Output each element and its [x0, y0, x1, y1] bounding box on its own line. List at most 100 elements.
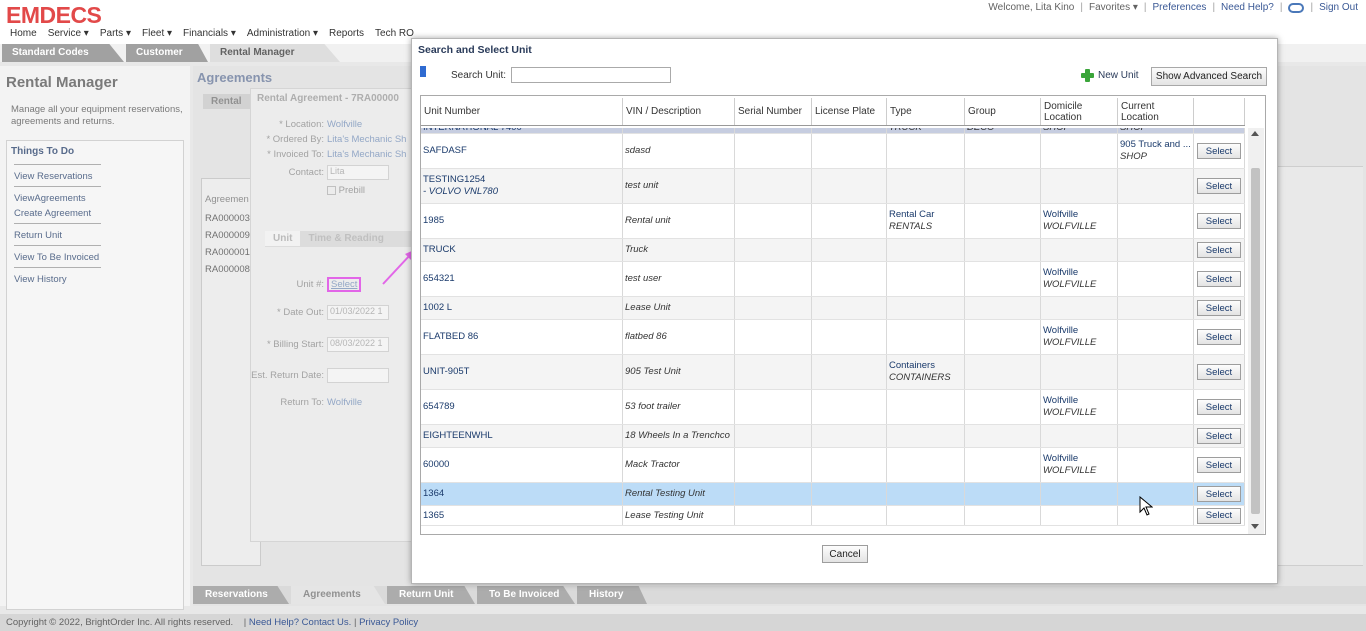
contact-field[interactable]: Lita: [327, 165, 389, 180]
list-item[interactable]: RA000009: [205, 227, 250, 244]
table-cell: Select: [1194, 483, 1245, 505]
table-cell: [1041, 425, 1118, 447]
nav-service[interactable]: Service ▾: [48, 28, 89, 39]
nav-home[interactable]: Home: [10, 28, 37, 39]
table-row[interactable]: SAFDASF sdasd 905 Truck and ... SHOP Select: [421, 134, 1245, 169]
select-unit-button[interactable]: Select: [1197, 457, 1241, 473]
tab-rental[interactable]: Rental: [203, 94, 250, 109]
privacy-policy-link[interactable]: Privacy Policy: [359, 617, 418, 628]
link-view-history[interactable]: View History: [14, 272, 183, 287]
table-row[interactable]: 654789 53 foot trailer Wolfville WOLFVILLE S…: [421, 390, 1245, 425]
table-cell: [965, 134, 1041, 168]
link-view-agreements[interactable]: ViewAgreements: [14, 191, 183, 206]
tab-history[interactable]: History: [577, 586, 647, 604]
cancel-button[interactable]: Cancel: [822, 545, 868, 563]
table-row[interactable]: 60000 Mack Tractor Wolfville WOLFVILLE Selec…: [421, 448, 1245, 483]
table-row[interactable]: FLATBED 86 flatbed 86 Wolfville WOLFVILLE Se…: [421, 320, 1245, 355]
scroll-thumb[interactable]: [1251, 168, 1260, 514]
table-row[interactable]: 654321 test user Wolfville WOLFVILLE Select: [421, 262, 1245, 297]
nav-parts[interactable]: Parts ▾: [100, 28, 131, 39]
select-unit-button[interactable]: Select: [1197, 486, 1241, 502]
table-row[interactable]: 1002 L Lease Unit Select: [421, 297, 1245, 320]
billing-start-field[interactable]: 08/03/2022 1: [327, 337, 389, 352]
need-help-link[interactable]: Need Help?: [1221, 2, 1274, 13]
column-header-serial-number[interactable]: Serial Number: [735, 98, 812, 125]
return-to-value[interactable]: Wolfville: [327, 397, 362, 408]
contact-us-link[interactable]: Need Help? Contact Us.: [249, 617, 351, 628]
link-create-agreement[interactable]: Create Agreement: [14, 206, 183, 221]
nav-administration[interactable]: Administration ▾: [247, 28, 318, 39]
link-view-reservations[interactable]: View Reservations: [14, 169, 183, 184]
table-row[interactable]: TRUCK Truck Select: [421, 239, 1245, 262]
new-unit-button[interactable]: New Unit: [1081, 69, 1139, 82]
est-return-field[interactable]: [327, 368, 389, 383]
search-unit-input[interactable]: [511, 67, 671, 83]
column-header-group[interactable]: Group: [965, 98, 1041, 125]
column-header-license-plate[interactable]: License Plate: [812, 98, 887, 125]
tab-unit[interactable]: Unit: [265, 231, 301, 246]
list-item[interactable]: RA000008: [205, 261, 250, 278]
table-row[interactable]: 1364 Rental Testing Unit Select: [421, 483, 1245, 506]
nav-reports[interactable]: Reports: [329, 28, 364, 39]
prebill-checkbox[interactable]: [327, 185, 336, 195]
list-item[interactable]: RA000003: [205, 210, 250, 227]
link-return-unit[interactable]: Return Unit: [14, 228, 183, 243]
column-header-current-location[interactable]: Current Location: [1118, 98, 1194, 125]
chat-icon[interactable]: [1288, 2, 1305, 13]
table-row[interactable]: EIGHTEENWHL 18 Wheels In a Trenchco Select: [421, 425, 1245, 448]
select-unit-button[interactable]: Select: [1197, 428, 1241, 444]
tab-reservations[interactable]: Reservations: [193, 586, 289, 604]
tab-to-be-invoiced[interactable]: To Be Invoiced: [477, 586, 575, 604]
select-unit-button[interactable]: Select: [1197, 300, 1241, 316]
column-header-unit-number[interactable]: Unit Number: [421, 98, 623, 125]
column-header-type[interactable]: Type: [887, 98, 965, 125]
select-unit-button[interactable]: Select: [1197, 271, 1241, 287]
cell-text: 905 Test Unit: [625, 366, 681, 377]
sign-out-link[interactable]: Sign Out: [1319, 2, 1358, 13]
select-unit-button[interactable]: Select: [1197, 213, 1241, 229]
tab-return-unit[interactable]: Return Unit: [387, 586, 475, 604]
select-unit-button[interactable]: Select: [1197, 329, 1241, 345]
table-cell: [1041, 506, 1118, 525]
nav-fleet[interactable]: Fleet ▾: [142, 28, 172, 39]
invoiced-to-value[interactable]: Lita's Mechanic Sh: [327, 149, 406, 160]
app-logo[interactable]: EMDECS: [6, 2, 102, 29]
cell-text: Wolfville: [1043, 209, 1079, 220]
table-cell: 1364: [421, 483, 623, 505]
unit-select-link[interactable]: Select: [327, 277, 362, 292]
select-unit-button[interactable]: Select: [1197, 242, 1241, 258]
show-advanced-search-button[interactable]: Show Advanced Search: [1151, 67, 1267, 86]
link-view-to-be-invoiced[interactable]: View To Be Invoiced: [14, 250, 183, 265]
select-unit-button[interactable]: Select: [1197, 143, 1241, 159]
table-row[interactable]: TESTING1254- VOLVO VNL780 test unit Select: [421, 169, 1245, 204]
tab-agreements[interactable]: Agreements: [291, 586, 385, 604]
tab-rental-manager[interactable]: Rental Manager: [210, 44, 340, 62]
select-unit-button[interactable]: Select: [1197, 364, 1241, 380]
column-header-domicile-location[interactable]: Domicile Location: [1041, 98, 1118, 125]
table-row[interactable]: UNIT-905T 905 Test Unit Containers CONTAINE…: [421, 355, 1245, 390]
scroll-up-icon[interactable]: [1251, 131, 1259, 136]
select-unit-button[interactable]: Select: [1197, 507, 1241, 524]
grid-scrollbar[interactable]: [1248, 128, 1264, 534]
location-value[interactable]: Wolfville: [327, 119, 362, 130]
column-header-vin-description[interactable]: VIN / Description: [623, 98, 735, 125]
cell-text: Lease Unit: [625, 302, 671, 313]
ordered-by-value[interactable]: Lita's Mechanic Sh: [327, 134, 406, 145]
date-out-field[interactable]: 01/03/2022 1: [327, 305, 389, 320]
table-cell: [1118, 390, 1194, 424]
scroll-down-icon[interactable]: [1251, 524, 1259, 529]
select-unit-button[interactable]: Select: [1197, 178, 1241, 194]
prebill-row: Prebill: [251, 185, 419, 196]
list-item[interactable]: RA000001: [205, 244, 250, 261]
tab-customer[interactable]: Customer: [126, 44, 208, 62]
select-unit-button[interactable]: Select: [1197, 399, 1241, 415]
nav-tech-ro[interactable]: Tech RO: [375, 28, 414, 39]
favorites-menu[interactable]: Favorites ▾: [1089, 2, 1138, 13]
tab-standard-codes[interactable]: Standard Codes: [2, 44, 124, 62]
nav-financials[interactable]: Financials ▾: [183, 28, 236, 39]
table-row[interactable]: 1985 Rental unit Rental Car RENTALS Wolfvill…: [421, 204, 1245, 239]
table-row[interactable]: 1365 Lease Testing Unit Select: [421, 506, 1245, 526]
tab-time-reading[interactable]: Time & Reading: [300, 231, 391, 246]
preferences-link[interactable]: Preferences: [1153, 2, 1207, 13]
table-cell: [812, 448, 887, 482]
